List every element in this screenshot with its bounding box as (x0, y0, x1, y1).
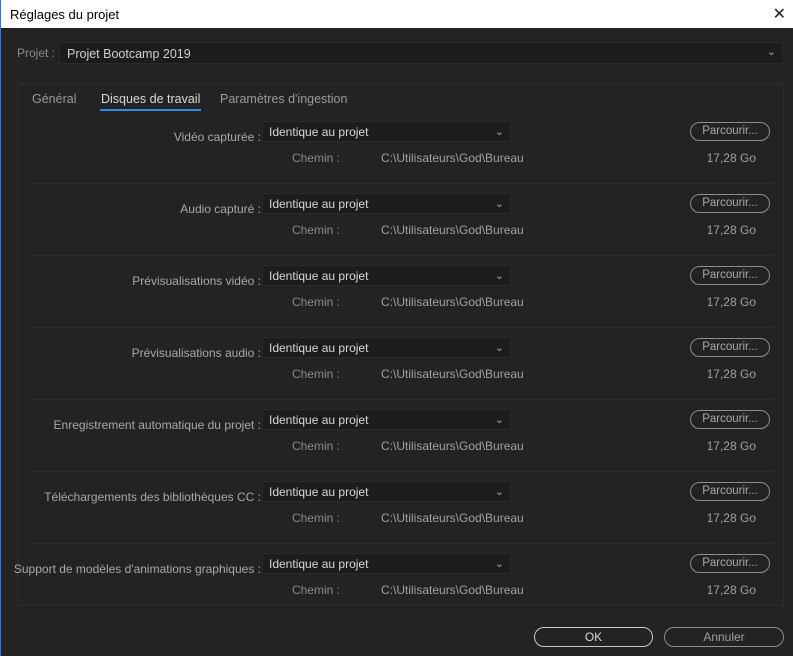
settings-panel: Général Disques de travail Paramètres d'… (14, 84, 784, 606)
path-label: Chemin : (291, 151, 340, 165)
scratch-disk-row: Prévisualisations audio : Identique au p… (18, 337, 783, 413)
browse-button[interactable]: Parcourir... (690, 410, 770, 429)
scratch-disk-row: Support de modèles d'animations graphiqu… (14, 553, 783, 629)
path-value: C:\Utilisateurs\God\Bureau (381, 583, 524, 597)
divider (28, 255, 773, 256)
tab-scratch-disks[interactable]: Disques de travail (99, 92, 202, 111)
path-value: C:\Utilisateurs\God\Bureau (381, 295, 524, 309)
free-space: 17,28 Go (706, 223, 756, 237)
tab-ingest-settings[interactable]: Paramètres d'ingestion (220, 92, 347, 106)
free-space: 17,28 Go (706, 367, 756, 381)
project-select[interactable]: Projet Bootcamp 2019 ⌄ (59, 42, 783, 64)
location-value: Identique au projet (269, 197, 369, 211)
chevron-down-icon: ⌄ (494, 342, 504, 354)
path-value: C:\Utilisateurs\God\Bureau (381, 367, 524, 381)
location-select[interactable]: Identique au projet ⌄ (262, 121, 511, 142)
path-value: C:\Utilisateurs\God\Bureau (381, 439, 524, 453)
row-label: Support de modèles d'animations graphiqu… (13, 562, 261, 576)
browse-button[interactable]: Parcourir... (690, 266, 770, 285)
chevron-down-icon: ⌄ (494, 558, 504, 570)
scratch-disk-row: Prévisualisations vidéo : Identique au p… (18, 265, 783, 341)
ok-button[interactable]: OK (534, 627, 653, 647)
title-bar: Réglages du projet ✕ (1, 0, 793, 28)
divider (28, 327, 773, 328)
free-space: 17,28 Go (706, 439, 756, 453)
chevron-down-icon: ⌄ (494, 270, 504, 282)
path-value: C:\Utilisateurs\God\Bureau (381, 223, 524, 237)
location-select[interactable]: Identique au projet ⌄ (262, 409, 511, 430)
divider (28, 543, 773, 544)
location-select[interactable]: Identique au projet ⌄ (262, 265, 511, 286)
free-space: 17,28 Go (706, 583, 756, 597)
path-label: Chemin : (291, 511, 340, 525)
location-value: Identique au projet (269, 557, 369, 571)
chevron-down-icon: ⌄ (494, 414, 504, 426)
path-label: Chemin : (291, 223, 340, 237)
browse-button[interactable]: Parcourir... (690, 194, 770, 213)
location-value: Identique au projet (269, 125, 369, 139)
scratch-disk-row: Enregistrement automatique du projet : I… (18, 409, 783, 485)
location-select[interactable]: Identique au projet ⌄ (262, 193, 511, 214)
divider (28, 471, 773, 472)
location-value: Identique au projet (269, 341, 369, 355)
path-label: Chemin : (291, 583, 340, 597)
row-label: Prévisualisations audio : (131, 346, 261, 360)
location-select[interactable]: Identique au projet ⌄ (262, 481, 511, 502)
free-space: 17,28 Go (706, 151, 756, 165)
location-select[interactable]: Identique au projet ⌄ (262, 553, 511, 574)
location-value: Identique au projet (269, 485, 369, 499)
path-label: Chemin : (291, 295, 340, 309)
row-label: Vidéo capturée : (173, 130, 261, 144)
location-select[interactable]: Identique au projet ⌄ (262, 337, 511, 358)
scratch-disk-row: Téléchargements des bibliothèques CC : I… (18, 481, 783, 557)
tab-general[interactable]: Général (32, 92, 76, 106)
browse-button[interactable]: Parcourir... (690, 482, 770, 501)
browse-button[interactable]: Parcourir... (690, 554, 770, 573)
project-label: Projet : (17, 46, 56, 60)
close-icon[interactable]: ✕ (773, 4, 786, 24)
path-label: Chemin : (291, 367, 340, 381)
chevron-down-icon: ⌄ (494, 198, 504, 210)
row-label: Audio capturé : (180, 202, 261, 216)
chevron-down-icon: ⌄ (494, 126, 504, 138)
free-space: 17,28 Go (706, 295, 756, 309)
chevron-down-icon: ⌄ (494, 486, 504, 498)
browse-button[interactable]: Parcourir... (690, 338, 770, 357)
row-label: Téléchargements des bibliothèques CC : (44, 490, 261, 504)
path-value: C:\Utilisateurs\God\Bureau (381, 151, 524, 165)
chevron-down-icon: ⌄ (766, 46, 776, 58)
scratch-disk-row: Audio capturé : Identique au projet ⌄ Par… (18, 193, 783, 269)
project-row: Projet : Projet Bootcamp 2019 ⌄ (17, 42, 783, 64)
scratch-disk-row: Vidéo capturée : Identique au projet ⌄ Pa… (18, 121, 783, 197)
window-title: Réglages du projet (10, 7, 120, 22)
divider (28, 399, 773, 400)
row-label: Enregistrement automatique du projet : (53, 418, 261, 432)
path-label: Chemin : (291, 439, 340, 453)
location-value: Identique au projet (269, 269, 369, 283)
divider (28, 183, 773, 184)
browse-button[interactable]: Parcourir... (690, 122, 770, 141)
free-space: 17,28 Go (706, 511, 756, 525)
cancel-button[interactable]: Annuler (664, 627, 784, 647)
location-value: Identique au projet (269, 413, 369, 427)
project-value: Projet Bootcamp 2019 (67, 47, 191, 61)
path-value: C:\Utilisateurs\God\Bureau (381, 511, 524, 525)
row-label: Prévisualisations vidéo : (132, 274, 261, 288)
